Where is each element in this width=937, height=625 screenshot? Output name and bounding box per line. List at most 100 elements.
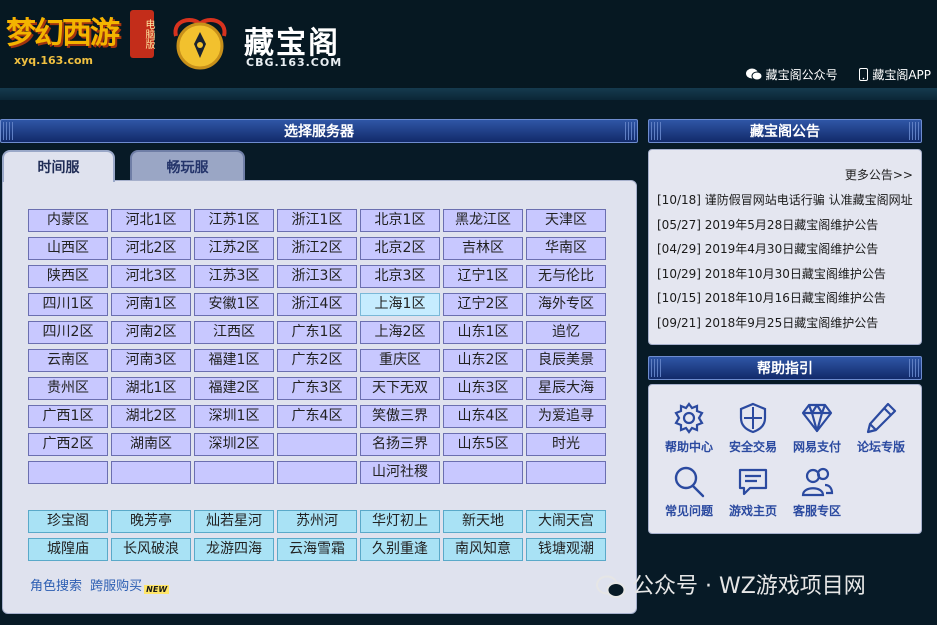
server-button[interactable]: 贵州区 <box>28 377 108 400</box>
server-button[interactable]: 名扬三界 <box>360 433 440 456</box>
faq-link[interactable]: 常见问题 <box>658 465 720 519</box>
server-button[interactable]: 陕西区 <box>28 265 108 288</box>
server-button[interactable]: 山河社稷 <box>360 461 440 484</box>
announcement-item[interactable]: [10/18] 谨防假冒网站电话行骗 认准藏宝阁网址 <box>657 188 913 213</box>
server-button[interactable]: 江苏1区 <box>194 209 274 232</box>
server-button[interactable]: 大闹天宫 <box>526 510 606 533</box>
server-button[interactable]: 浙江4区 <box>277 293 357 316</box>
safe-trade-link[interactable]: 安全交易 <box>722 401 784 455</box>
server-button[interactable]: 华南区 <box>526 237 606 260</box>
announcement-item[interactable]: [10/29] 2018年10月30日藏宝阁维护公告 <box>657 262 913 287</box>
cbg-logo[interactable]: 藏宝阁 CBG.163.COM <box>170 8 350 72</box>
announcement-item[interactable]: [04/29] 2019年4月30日藏宝阁维护公告 <box>657 237 913 262</box>
server-button[interactable]: 湖南区 <box>111 433 191 456</box>
server-button[interactable]: 笑傲三界 <box>360 405 440 428</box>
server-button[interactable]: 良辰美景 <box>526 349 606 372</box>
help-center-link[interactable]: 帮助中心 <box>658 401 720 455</box>
customer-service-label: 客服专区 <box>792 504 841 518</box>
server-button[interactable]: 追忆 <box>526 321 606 344</box>
xyq-logo[interactable]: 梦幻西游 电脑版 xyq.163.com <box>6 8 156 68</box>
server-button[interactable]: 广东2区 <box>277 349 357 372</box>
server-button[interactable]: 浙江1区 <box>277 209 357 232</box>
server-button[interactable]: 河北2区 <box>111 237 191 260</box>
server-button[interactable]: 广东4区 <box>277 405 357 428</box>
server-button[interactable]: 云南区 <box>28 349 108 372</box>
server-button[interactable]: 河南3区 <box>111 349 191 372</box>
server-button[interactable]: 星辰大海 <box>526 377 606 400</box>
server-button[interactable]: 江苏2区 <box>194 237 274 260</box>
tab-casual-server[interactable]: 畅玩服 <box>130 150 245 182</box>
server-button[interactable]: 江苏3区 <box>194 265 274 288</box>
server-button[interactable]: 河北3区 <box>111 265 191 288</box>
server-button[interactable]: 福建2区 <box>194 377 274 400</box>
server-button[interactable]: 灿若星河 <box>194 510 274 533</box>
server-button[interactable]: 城隍庙 <box>28 538 108 561</box>
server-button[interactable]: 海外专区 <box>526 293 606 316</box>
server-button[interactable]: 四川2区 <box>28 321 108 344</box>
app-link[interactable]: 藏宝阁APP <box>859 66 931 83</box>
announcement-item[interactable]: [05/27] 2019年5月28日藏宝阁维护公告 <box>657 213 913 238</box>
server-button[interactable]: 无与伦比 <box>526 265 606 288</box>
server-button[interactable]: 广东3区 <box>277 377 357 400</box>
server-button[interactable]: 上海2区 <box>360 321 440 344</box>
more-announcements-link[interactable]: 更多公告>> <box>845 166 913 183</box>
server-button[interactable]: 新天地 <box>443 510 523 533</box>
server-button[interactable]: 华灯初上 <box>360 510 440 533</box>
server-button[interactable]: 湖北1区 <box>111 377 191 400</box>
server-button[interactable]: 南风知意 <box>443 538 523 561</box>
server-button[interactable]: 山东2区 <box>443 349 523 372</box>
cross-server-buy-link[interactable]: 跨服购买 NEW <box>90 579 170 594</box>
server-button[interactable]: 黑龙江区 <box>443 209 523 232</box>
server-button[interactable]: 为爱追寻 <box>526 405 606 428</box>
server-button[interactable]: 晚芳亭 <box>111 510 191 533</box>
customer-service-link[interactable]: 客服专区 <box>786 465 848 519</box>
server-button[interactable]: 四川1区 <box>28 293 108 316</box>
server-button[interactable]: 河南1区 <box>111 293 191 316</box>
server-button[interactable]: 深圳1区 <box>194 405 274 428</box>
server-button[interactable]: 北京2区 <box>360 237 440 260</box>
server-button[interactable]: 浙江3区 <box>277 265 357 288</box>
server-button[interactable]: 山东3区 <box>443 377 523 400</box>
server-button[interactable]: 广西2区 <box>28 433 108 456</box>
announcement-item[interactable]: [09/21] 2018年9月25日藏宝阁维护公告 <box>657 311 913 336</box>
announcement-item[interactable]: [10/15] 2018年10月16日藏宝阁维护公告 <box>657 286 913 311</box>
server-button[interactable]: 浙江2区 <box>277 237 357 260</box>
server-button[interactable]: 山东1区 <box>443 321 523 344</box>
netease-pay-link[interactable]: 网易支付 <box>786 401 848 455</box>
server-button[interactable]: 河北1区 <box>111 209 191 232</box>
game-home-link[interactable]: 游戏主页 <box>722 465 784 519</box>
server-button[interactable]: 山东4区 <box>443 405 523 428</box>
server-button[interactable]: 北京3区 <box>360 265 440 288</box>
server-button[interactable]: 湖北2区 <box>111 405 191 428</box>
server-button[interactable]: 重庆区 <box>360 349 440 372</box>
server-button[interactable]: 天津区 <box>526 209 606 232</box>
server-button[interactable]: 山东5区 <box>443 433 523 456</box>
server-button[interactable]: 山西区 <box>28 237 108 260</box>
tab-time-server[interactable]: 时间服 <box>2 150 115 182</box>
server-button[interactable]: 广西1区 <box>28 405 108 428</box>
server-button[interactable]: 广东1区 <box>277 321 357 344</box>
server-button[interactable]: 北京1区 <box>360 209 440 232</box>
server-button[interactable]: 龙游四海 <box>194 538 274 561</box>
server-button[interactable]: 内蒙区 <box>28 209 108 232</box>
server-button[interactable]: 时光 <box>526 433 606 456</box>
server-button[interactable]: 云海雪霜 <box>277 538 357 561</box>
server-button[interactable]: 钱塘观潮 <box>526 538 606 561</box>
server-button[interactable]: 安徽1区 <box>194 293 274 316</box>
server-button[interactable]: 长风破浪 <box>111 538 191 561</box>
server-button[interactable]: 苏州河 <box>277 510 357 533</box>
server-button[interactable]: 河南2区 <box>111 321 191 344</box>
server-button[interactable]: 江西区 <box>194 321 274 344</box>
forum-link[interactable]: 论坛专版 <box>850 401 912 455</box>
server-button[interactable]: 天下无双 <box>360 377 440 400</box>
role-search-link[interactable]: 角色搜索 <box>30 579 82 594</box>
server-button[interactable]: 深圳2区 <box>194 433 274 456</box>
server-button[interactable]: 辽宁2区 <box>443 293 523 316</box>
server-button[interactable]: 珍宝阁 <box>28 510 108 533</box>
server-button[interactable]: 辽宁1区 <box>443 265 523 288</box>
server-button[interactable]: 吉林区 <box>443 237 523 260</box>
wechat-account-link[interactable]: 藏宝阁公众号 <box>745 66 838 83</box>
server-button[interactable]: 福建1区 <box>194 349 274 372</box>
server-button[interactable]: 上海1区 <box>360 293 440 316</box>
server-button[interactable]: 久别重逢 <box>360 538 440 561</box>
